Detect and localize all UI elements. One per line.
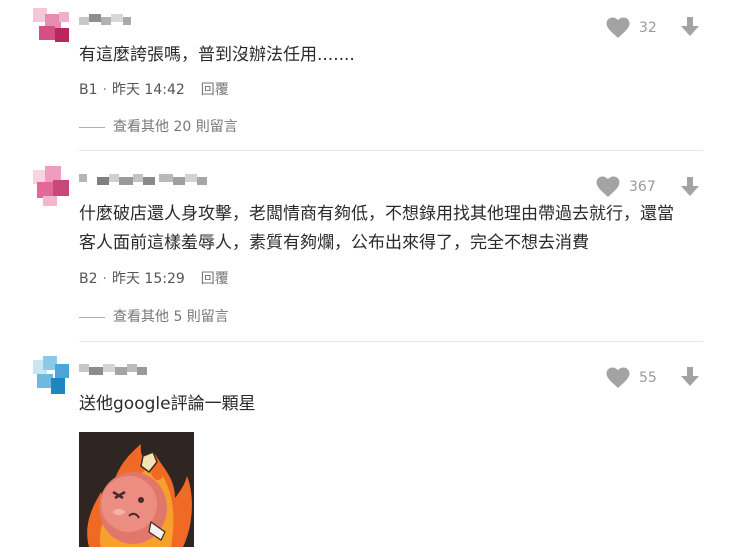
floor-label: B2: [79, 271, 98, 287]
heart-icon: [596, 176, 620, 197]
floor-label: B1: [79, 82, 98, 98]
like-count: 367: [629, 179, 656, 195]
thread-line: [79, 126, 105, 128]
comment-text: 送他google評論一顆星: [79, 394, 256, 414]
like-button[interactable]: 55: [606, 367, 667, 389]
username-redacted[interactable]: [79, 14, 131, 28]
view-more-label: 查看其他 20 則留言: [113, 119, 238, 135]
heart-icon: [606, 17, 630, 38]
timestamp: 昨天 15:29: [111, 271, 185, 287]
username-redacted[interactable]: [79, 364, 149, 378]
like-button[interactable]: 367: [596, 176, 657, 198]
avatar[interactable]: [33, 356, 73, 396]
view-more-replies[interactable]: 查看其他 20 則留言: [79, 116, 238, 136]
divider: [79, 150, 703, 151]
comment-text-line: 客人面前這樣羞辱人，素質有夠爛，公布出來得了，完全不想去消費: [79, 233, 589, 253]
arrow-down-icon[interactable]: [679, 16, 701, 38]
heart-icon: [606, 367, 630, 388]
avatar[interactable]: [33, 166, 73, 206]
arrow-down-icon[interactable]: [679, 366, 701, 388]
view-more-label: 查看其他 5 則留言: [113, 309, 229, 325]
like-button[interactable]: 32: [606, 17, 667, 39]
reply-button[interactable]: 回覆: [201, 271, 229, 287]
username-redacted[interactable]: [79, 174, 209, 188]
comment-meta: B2 · 昨天 15:29 回覆: [79, 271, 229, 287]
thread-line: [79, 316, 105, 318]
timestamp: 昨天 14:42: [111, 82, 185, 98]
comment-text: 有這麼誇張嗎，普到沒辦法任用.......: [79, 45, 355, 65]
fire-bean-sticker-icon: [79, 432, 194, 547]
comment-text-line: 什麼破店還人身攻擊，老闆情商有夠低，不想錄用找其他理由帶過去就行，還當: [79, 204, 674, 224]
reply-button[interactable]: 回覆: [201, 82, 229, 98]
divider: [79, 341, 703, 342]
like-count: 55: [639, 370, 657, 386]
like-count: 32: [639, 20, 657, 36]
comment-text: 什麼破店還人身攻擊，老闆情商有夠低，不想錄用找其他理由帶過去就行，還當 客人面前…: [79, 200, 674, 258]
comment-meta: B1 · 昨天 14:42 回覆: [79, 82, 229, 98]
sticker-image: [79, 432, 194, 547]
avatar[interactable]: [33, 8, 73, 48]
arrow-down-icon[interactable]: [679, 176, 701, 198]
view-more-replies[interactable]: 查看其他 5 則留言: [79, 306, 229, 326]
